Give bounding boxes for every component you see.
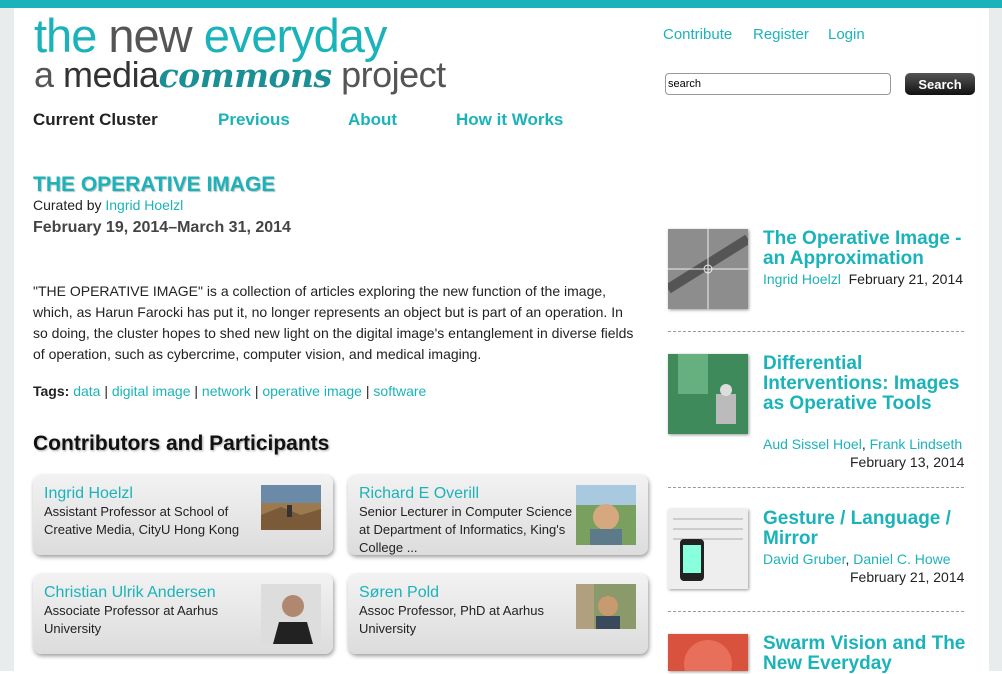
contributor-card[interactable]: Richard E Overill Senior Lecturer in Com… — [348, 475, 648, 555]
contributor-card[interactable]: Ingrid Hoelzl Assistant Professor at Sch… — [33, 475, 333, 555]
top-accent-bar — [0, 0, 1002, 8]
nav-about[interactable]: About — [348, 110, 397, 130]
article-title[interactable]: Gesture / Language / Mirror — [763, 509, 968, 549]
author-link[interactable]: Frank Lindseth — [870, 436, 963, 452]
contributor-card[interactable]: Christian Ulrik Andersen Associate Profe… — [33, 574, 333, 654]
contributor-photo — [261, 485, 321, 530]
article-meta: Ingrid Hoelzl February 21, 2014 — [763, 269, 963, 289]
author-link[interactable]: Ingrid Hoelzl — [763, 271, 841, 287]
search-button[interactable]: Search — [905, 73, 975, 95]
tag-link[interactable]: data — [73, 383, 100, 399]
article-thumbnail[interactable] — [668, 509, 748, 589]
article-date: February 13, 2014 — [850, 454, 965, 470]
tag-separator: | — [254, 383, 259, 399]
curated-prefix: Curated by — [33, 197, 106, 213]
register-link[interactable]: Register — [753, 26, 809, 43]
divider — [668, 611, 964, 612]
contributor-role: Associate Professor at Aarhus University — [44, 603, 219, 636]
contribute-link[interactable]: Contribute — [663, 26, 732, 43]
tagline-a: a — [34, 54, 64, 95]
nav-how-it-works[interactable]: How it Works — [456, 110, 563, 130]
contributor-name[interactable]: Ingrid Hoelzl — [44, 485, 133, 503]
contributor-role: Senior Lecturer in Computer Science at D… — [359, 504, 573, 555]
nav-current-cluster[interactable]: Current Cluster — [33, 110, 158, 130]
tags-label: Tags: — [33, 383, 70, 399]
contributor-name[interactable]: Christian Ulrik Andersen — [44, 584, 216, 602]
curator-link[interactable]: Ingrid Hoelzl — [105, 197, 183, 213]
contributor-photo — [261, 584, 321, 644]
cluster-dates: February 19, 2014–March 31, 2014 — [33, 219, 291, 236]
contributor-role: Assoc Professor, PhD at Aarhus Universit… — [359, 603, 544, 636]
login-link[interactable]: Login — [828, 26, 865, 43]
article-meta: Aud Sissel Hoel, Frank Lindseth — [763, 436, 963, 452]
tagline-media: media — [63, 54, 159, 95]
tag-separator: | — [104, 383, 108, 399]
contributor-name[interactable]: Richard E Overill — [359, 485, 479, 503]
article-date: February 21, 2014 — [848, 271, 964, 287]
tagline-project: project — [331, 54, 446, 95]
cluster-title: THE OPERATIVE IMAGE — [33, 173, 276, 196]
curated-by: Curated by Ingrid Hoelzl — [33, 197, 183, 213]
article-title[interactable]: Differential Interventions: Images as Op… — [763, 354, 968, 414]
contributor-role: Assistant Professor at School of Creativ… — [44, 504, 240, 537]
article-title[interactable]: Swarm Vision and The New Everyday — [763, 634, 968, 674]
tag-separator: | — [365, 383, 370, 399]
article-thumbnail[interactable] — [668, 229, 748, 309]
cluster-description: "THE OPERATIVE IMAGE" is a collection of… — [33, 283, 634, 362]
contributors-heading: Contributors and Participants — [33, 432, 330, 455]
tag-link[interactable]: software — [373, 383, 426, 399]
frame-right — [989, 8, 1002, 671]
article-title[interactable]: The Operative Image - an Approximation — [763, 229, 968, 269]
tagline-commons: commons — [158, 56, 333, 95]
divider — [668, 487, 964, 488]
author-link[interactable]: David Gruber — [763, 551, 845, 567]
search-input[interactable] — [665, 73, 891, 95]
article-date: February 21, 2014 — [850, 569, 965, 585]
tags-row: Tags: data | digital image | network | o… — [33, 383, 426, 399]
site-tagline: a mediacommons project — [34, 56, 446, 95]
tag-separator: | — [194, 383, 199, 399]
nav-previous[interactable]: Previous — [218, 110, 290, 130]
divider — [668, 331, 964, 332]
author-link[interactable]: Aud Sissel Hoel — [763, 436, 862, 452]
contributor-photo — [576, 485, 636, 545]
tag-link[interactable]: network — [202, 383, 251, 399]
author-link[interactable]: Daniel C. Howe — [853, 551, 950, 567]
article-thumbnail[interactable] — [668, 354, 748, 434]
article-meta: David Gruber, Daniel C. Howe — [763, 551, 951, 567]
article-thumbnail[interactable] — [668, 634, 748, 671]
contributor-card[interactable]: Søren Pold Assoc Professor, PhD at Aarhu… — [348, 574, 648, 654]
tag-link[interactable]: digital image — [112, 383, 191, 399]
frame-left — [0, 8, 14, 671]
contributor-photo — [576, 584, 636, 629]
contributor-name[interactable]: Søren Pold — [359, 584, 439, 602]
tag-link[interactable]: operative image — [262, 383, 362, 399]
